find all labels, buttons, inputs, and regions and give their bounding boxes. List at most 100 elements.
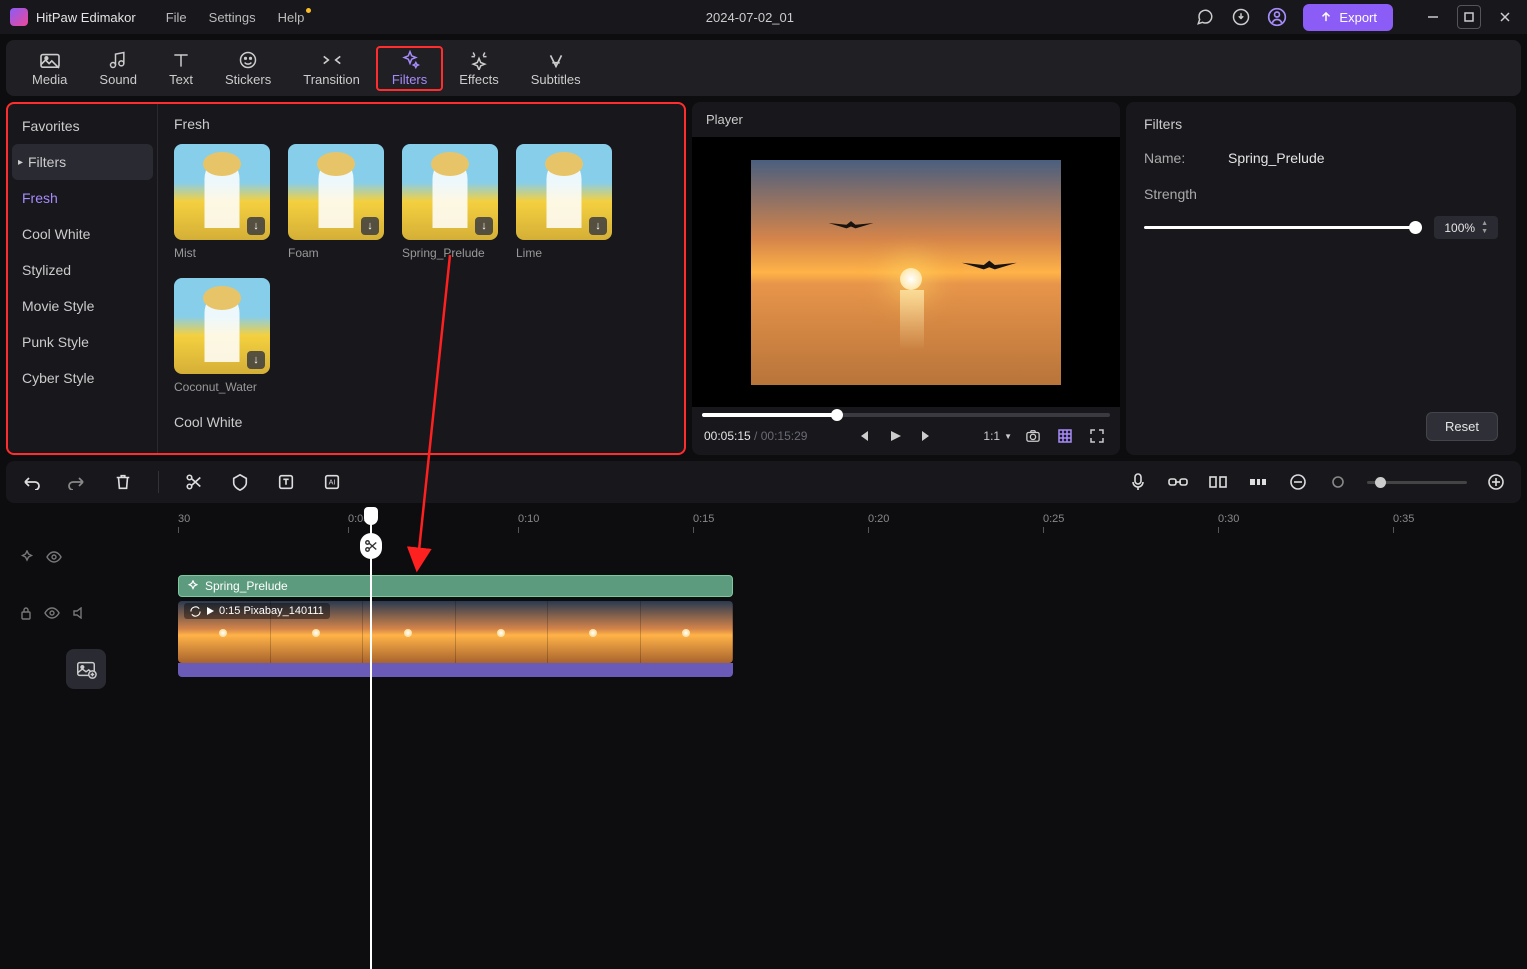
timeline-track-controls (6, 509, 118, 689)
export-icon (1319, 10, 1333, 24)
title-bar: HitPaw Edimakor File Settings Help 2024-… (0, 0, 1527, 34)
download-icon[interactable]: ↓ (589, 217, 607, 235)
strength-label: Strength (1144, 186, 1204, 202)
window-close[interactable] (1493, 5, 1517, 29)
split-button[interactable] (183, 471, 205, 493)
tab-text[interactable]: Text (153, 46, 209, 91)
name-label: Name: (1144, 150, 1204, 166)
category-fresh[interactable]: Fresh (8, 180, 157, 216)
download-icon[interactable] (1231, 7, 1251, 27)
filter-mist[interactable]: ↓Mist (174, 144, 270, 260)
category-cool-white[interactable]: Cool White (8, 216, 157, 252)
timeline-ruler[interactable]: 30 0:05 0:10 0:15 0:20 0:25 0:30 0:35 (118, 509, 1521, 535)
player-title: Player (692, 102, 1120, 137)
category-cyber-style[interactable]: Cyber Style (8, 360, 157, 396)
download-icon[interactable]: ↓ (475, 217, 493, 235)
audio-clip[interactable] (178, 663, 733, 677)
tab-media[interactable]: Media (16, 46, 83, 91)
app-logo (10, 8, 28, 26)
video-frame (751, 160, 1061, 385)
filter-spring-prelude[interactable]: ↓Spring_Prelude (402, 144, 498, 260)
filter-clip[interactable]: Spring_Prelude (178, 575, 733, 597)
add-media-button[interactable] (66, 649, 106, 689)
scissors-icon[interactable] (360, 533, 382, 559)
menu-help[interactable]: Help (278, 10, 305, 25)
grid-button[interactable] (1054, 425, 1076, 447)
ai-button[interactable]: AI (321, 471, 343, 493)
text-tool-button[interactable] (275, 471, 297, 493)
effects-icon (467, 50, 491, 70)
aspect-ratio-selector[interactable]: 1:1▼ (983, 429, 1012, 443)
redo-button[interactable] (66, 471, 88, 493)
sparkle-icon (187, 580, 199, 592)
marker-button[interactable] (229, 471, 251, 493)
mute-icon[interactable] (72, 607, 86, 619)
section-fresh-title: Fresh (174, 116, 668, 132)
filter-grid: Fresh ↓Mist ↓Foam ↓Spring_Prelude ↓Lime … (158, 104, 684, 453)
mic-button[interactable] (1127, 471, 1149, 493)
tab-sound[interactable]: Sound (83, 46, 153, 91)
account-icon[interactable] (1267, 7, 1287, 27)
crop-button[interactable] (1207, 471, 1229, 493)
undo-button[interactable] (20, 471, 42, 493)
reset-button[interactable]: Reset (1426, 412, 1498, 441)
filter-coconut-water[interactable]: ↓Coconut_Water (174, 278, 270, 394)
tool-tabs: Media Sound Text Stickers Transition Fil… (6, 40, 1521, 96)
category-stylized[interactable]: Stylized (8, 252, 157, 288)
category-filters[interactable]: Filters (12, 144, 153, 180)
link-button[interactable] (1167, 471, 1189, 493)
subtitles-icon (544, 50, 568, 70)
timeline-tracks-area[interactable]: 30 0:05 0:10 0:15 0:20 0:25 0:30 0:35 Sp… (118, 509, 1521, 689)
delete-button[interactable] (112, 471, 134, 493)
download-icon[interactable]: ↓ (361, 217, 379, 235)
video-clip-label: 0:15 Pixabay_140111 (219, 605, 324, 617)
filters-panel: Favorites Filters Fresh Cool White Styli… (6, 102, 686, 455)
zoom-out-button[interactable] (1287, 471, 1309, 493)
tab-transition[interactable]: Transition (287, 46, 376, 91)
filter-foam[interactable]: ↓Foam (288, 144, 384, 260)
category-movie-style[interactable]: Movie Style (8, 288, 157, 324)
props-title: Filters (1144, 116, 1498, 132)
download-icon[interactable]: ↓ (247, 217, 265, 235)
tab-effects[interactable]: Effects (443, 46, 515, 91)
visibility-icon[interactable] (44, 607, 60, 619)
stickers-icon (236, 50, 260, 70)
export-button[interactable]: Export (1303, 4, 1393, 31)
player-panel: Player 00:05:15 / 00:15:29 1:1▼ (692, 102, 1120, 455)
player-viewport[interactable] (692, 137, 1120, 407)
effects-track-icon[interactable] (20, 550, 34, 564)
menu-file[interactable]: File (166, 10, 187, 25)
category-punk-style[interactable]: Punk Style (8, 324, 157, 360)
timeline-toolbar: AI (6, 461, 1521, 503)
zoom-out-small[interactable] (1327, 471, 1349, 493)
play-button[interactable] (884, 425, 906, 447)
player-scrubber[interactable] (702, 413, 1110, 417)
feedback-icon[interactable] (1195, 7, 1215, 27)
strength-slider[interactable] (1144, 226, 1422, 229)
zoom-in-button[interactable] (1485, 471, 1507, 493)
svg-text:AI: AI (329, 478, 336, 487)
prev-frame-button[interactable] (852, 425, 874, 447)
zoom-slider[interactable] (1367, 481, 1467, 484)
align-button[interactable] (1247, 471, 1269, 493)
category-favorites[interactable]: Favorites (8, 108, 157, 144)
download-icon[interactable]: ↓ (247, 351, 265, 369)
snapshot-button[interactable] (1022, 425, 1044, 447)
playhead[interactable] (370, 509, 372, 969)
tab-filters[interactable]: Filters (376, 46, 443, 91)
filter-lime[interactable]: ↓Lime (516, 144, 612, 260)
tab-stickers[interactable]: Stickers (209, 46, 287, 91)
lock-icon[interactable] (20, 606, 32, 620)
window-maximize[interactable] (1457, 5, 1481, 29)
stepper-icon[interactable]: ▲▼ (1481, 220, 1488, 235)
strength-value[interactable]: 100%▲▼ (1434, 216, 1498, 239)
menu-settings[interactable]: Settings (209, 10, 256, 25)
window-minimize[interactable] (1421, 5, 1445, 29)
app-name: HitPaw Edimakor (36, 10, 136, 25)
next-frame-button[interactable] (916, 425, 938, 447)
fullscreen-button[interactable] (1086, 425, 1108, 447)
media-icon (38, 50, 62, 70)
properties-panel: Filters Name: Spring_Prelude Strength 10… (1126, 102, 1516, 455)
tab-subtitles[interactable]: Subtitles (515, 46, 597, 91)
visibility-icon[interactable] (46, 551, 62, 563)
